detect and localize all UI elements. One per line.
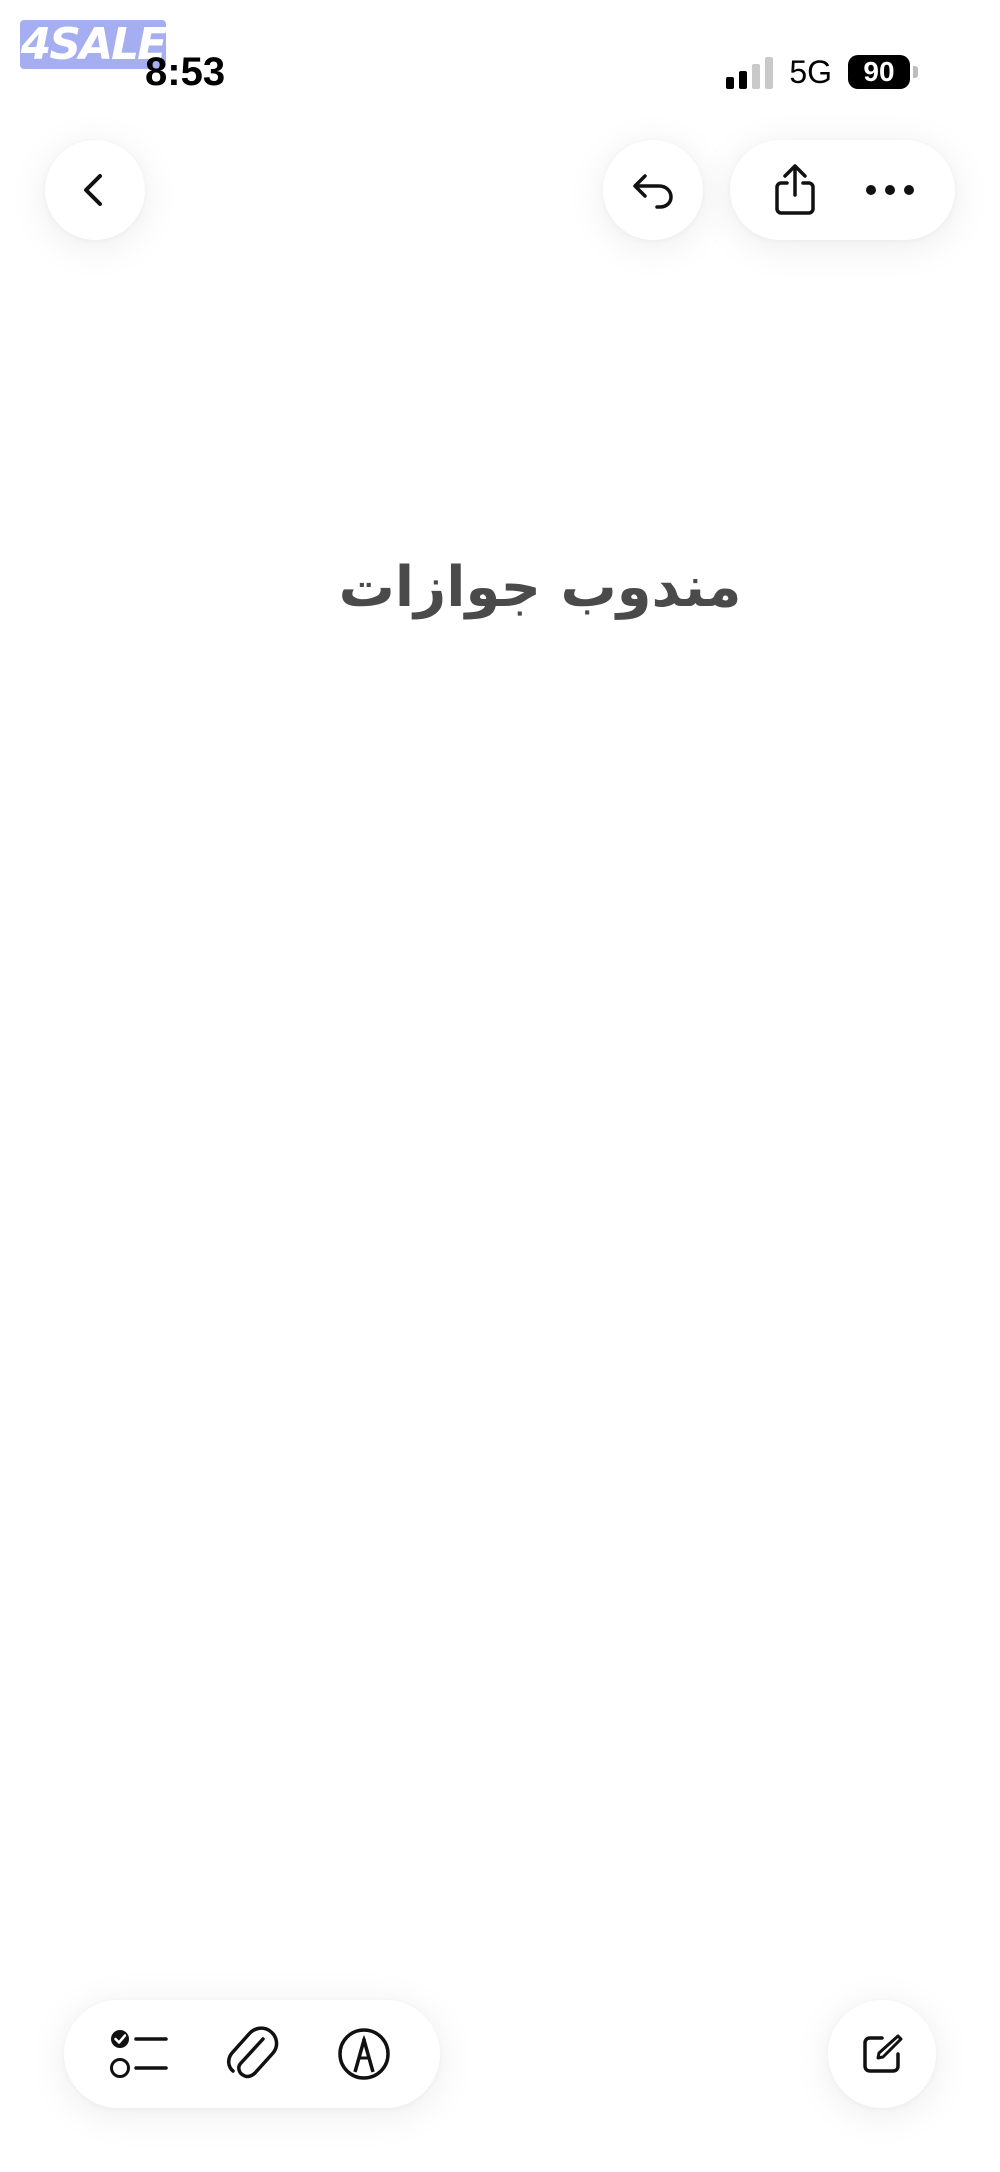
compose-button[interactable] bbox=[828, 2000, 936, 2108]
chevron-left-icon bbox=[84, 174, 102, 206]
share-icon bbox=[775, 164, 815, 215]
undo-button[interactable] bbox=[603, 140, 703, 240]
signal-icon bbox=[726, 55, 774, 89]
attachment-button[interactable] bbox=[212, 2014, 292, 2094]
share-button[interactable] bbox=[755, 150, 835, 230]
ellipsis-icon bbox=[865, 185, 914, 195]
bottom-toolbar bbox=[64, 2000, 440, 2108]
pen-markup-icon bbox=[338, 2028, 390, 2080]
checklist-icon bbox=[110, 2030, 168, 2078]
battery-icon: 90 bbox=[848, 55, 918, 89]
more-button[interactable] bbox=[850, 150, 930, 230]
status-indicators: 5G 90 bbox=[726, 52, 918, 92]
undo-icon bbox=[633, 174, 673, 209]
status-time: 8:53 bbox=[145, 50, 226, 94]
network-label: 5G bbox=[789, 54, 832, 90]
markup-button[interactable] bbox=[324, 2014, 404, 2094]
battery-level: 90 bbox=[863, 56, 895, 87]
checklist-button[interactable] bbox=[100, 2014, 180, 2094]
back-button[interactable] bbox=[45, 140, 145, 240]
paperclip-icon bbox=[227, 2026, 279, 2079]
note-actions-group bbox=[730, 140, 955, 240]
note-title[interactable]: مندوب جوازات bbox=[0, 548, 1000, 628]
compose-icon bbox=[863, 2034, 903, 2073]
notes-screen: 4SALE 8:53 5G 90 مندوب جوازات bbox=[0, 0, 1000, 2172]
